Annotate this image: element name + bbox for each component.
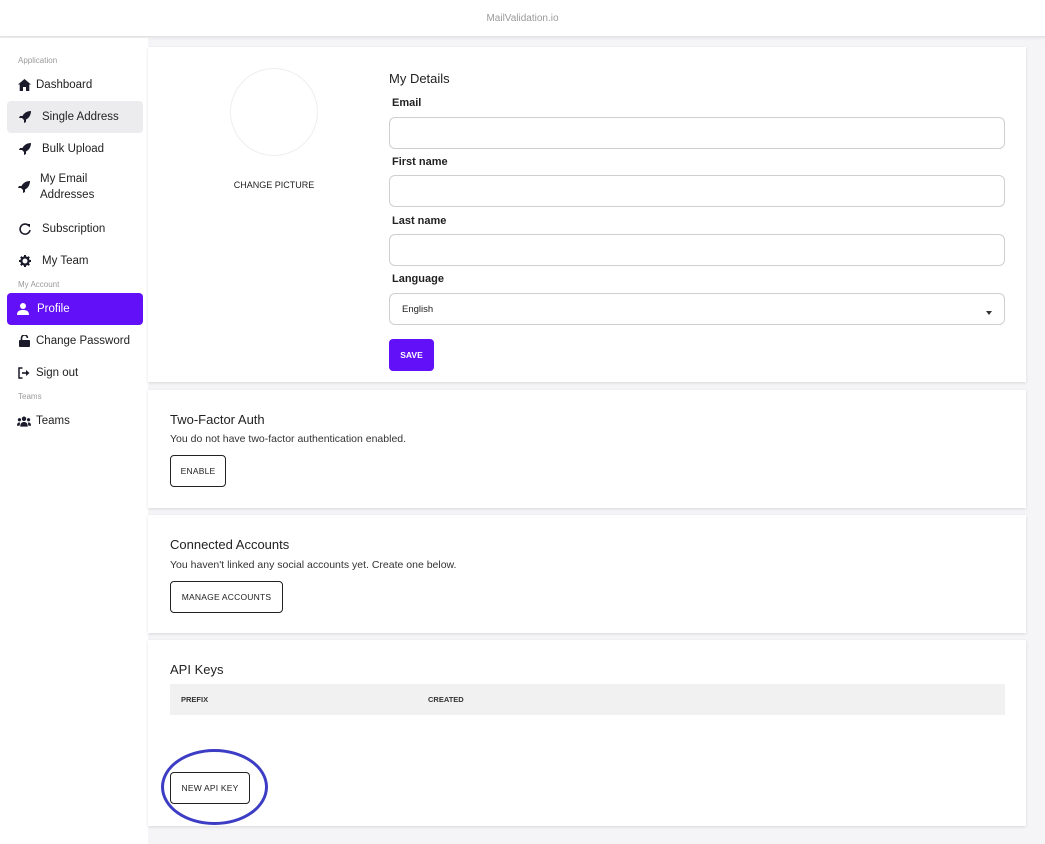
- new-api-key-button[interactable]: NEW API KEY: [170, 772, 250, 804]
- connected-accounts-text: You haven't linked any social accounts y…: [170, 559, 457, 571]
- refresh-icon: [18, 222, 32, 236]
- sidebar-item-change-password[interactable]: Change Password: [7, 325, 143, 357]
- sign-out-icon: [17, 366, 31, 380]
- column-header-created: CREATED: [428, 695, 464, 704]
- sidebar: Application Dashboard Single Address Bul…: [0, 38, 148, 844]
- connected-accounts-title: Connected Accounts: [170, 537, 290, 552]
- sidebar-item-label: My Team: [42, 255, 89, 267]
- language-select[interactable]: English: [389, 293, 1005, 325]
- rocket-icon: [18, 110, 32, 124]
- home-icon: [17, 78, 31, 92]
- sidebar-item-bulk-upload[interactable]: Bulk Upload: [7, 133, 143, 165]
- sidebar-item-label: My Email Addresses: [40, 173, 95, 201]
- sidebar-section-application: Application: [18, 56, 58, 65]
- top-bar: MailValidation.io: [0, 0, 1045, 37]
- sidebar-item-label: Subscription: [42, 223, 106, 235]
- app-title: MailValidation.io: [486, 12, 559, 24]
- chevron-down-icon: [986, 307, 992, 318]
- my-details-card: CHANGE PICTURE My Details Email First na…: [148, 47, 1026, 382]
- language-label: Language: [392, 273, 444, 285]
- two-factor-card: Two-Factor Auth You do not have two-fact…: [148, 390, 1026, 508]
- rocket-icon: [18, 180, 30, 194]
- user-icon: [16, 302, 30, 316]
- api-keys-card: API Keys PREFIX CREATED NEW API KEY: [148, 640, 1026, 826]
- sidebar-item-my-email-addresses[interactable]: My Email Addresses: [7, 165, 117, 209]
- sidebar-item-my-team[interactable]: My Team: [7, 245, 143, 277]
- sidebar-section-teams: Teams: [18, 392, 42, 401]
- manage-accounts-button[interactable]: MANAGE ACCOUNTS: [170, 581, 283, 613]
- email-field[interactable]: [389, 117, 1005, 149]
- sidebar-item-label: Teams: [36, 415, 70, 427]
- sidebar-item-label: Single Address: [42, 111, 119, 123]
- first-name-label: First name: [392, 156, 448, 168]
- sidebar-item-single-address[interactable]: Single Address: [7, 101, 143, 133]
- sidebar-item-subscription[interactable]: Subscription: [7, 213, 143, 245]
- sidebar-item-teams[interactable]: Teams: [7, 405, 143, 437]
- api-keys-title: API Keys: [170, 662, 224, 677]
- first-name-field[interactable]: [389, 175, 1005, 207]
- sidebar-item-label: Dashboard: [36, 79, 93, 91]
- connected-accounts-card: Connected Accounts You haven't linked an…: [148, 515, 1026, 633]
- change-picture-link[interactable]: CHANGE PICTURE: [224, 180, 324, 190]
- save-button[interactable]: SAVE: [389, 339, 434, 371]
- rocket-icon: [18, 142, 32, 156]
- enable-two-factor-button[interactable]: ENABLE: [170, 455, 226, 487]
- sidebar-item-sign-out[interactable]: Sign out: [7, 357, 143, 389]
- sidebar-item-label: Sign out: [36, 367, 79, 379]
- sidebar-section-my-account: My Account: [18, 280, 60, 289]
- language-selected-value: English: [402, 303, 434, 315]
- last-name-label: Last name: [392, 215, 447, 227]
- email-label: Email: [392, 97, 422, 109]
- sidebar-item-dashboard[interactable]: Dashboard: [7, 69, 143, 101]
- sidebar-item-label: Profile: [37, 303, 70, 315]
- column-header-prefix: PREFIX: [181, 695, 209, 704]
- api-keys-table-header: PREFIX CREATED: [170, 684, 1005, 715]
- gear-icon: [18, 254, 32, 268]
- unlock-icon: [17, 334, 31, 348]
- users-icon: [17, 414, 31, 428]
- my-details-title: My Details: [389, 71, 450, 86]
- sidebar-item-profile[interactable]: Profile: [7, 293, 143, 325]
- two-factor-title: Two-Factor Auth: [170, 412, 265, 427]
- sidebar-item-label: Change Password: [36, 335, 130, 347]
- sidebar-item-label: Bulk Upload: [42, 143, 105, 155]
- last-name-field[interactable]: [389, 234, 1005, 266]
- avatar: [231, 69, 317, 155]
- two-factor-status-text: You do not have two-factor authenticatio…: [170, 433, 407, 445]
